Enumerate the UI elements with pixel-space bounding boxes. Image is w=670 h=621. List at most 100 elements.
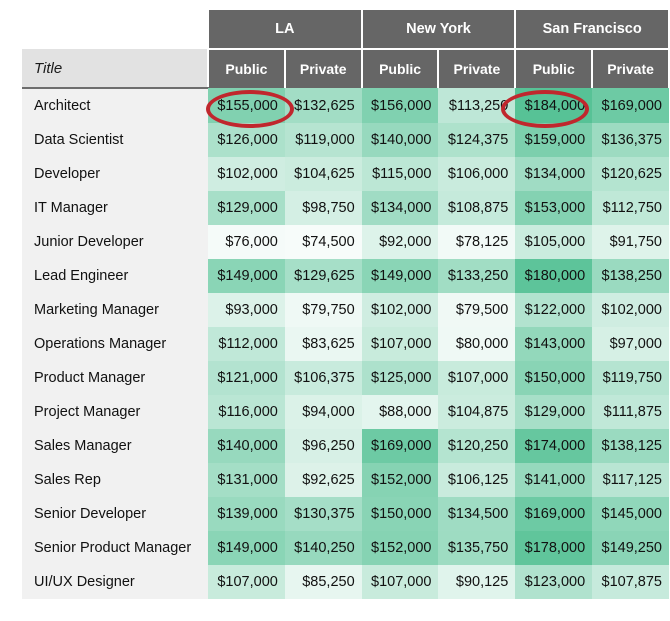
salary-cell[interactable]: $169,000 — [515, 497, 592, 531]
row-title[interactable]: Sales Rep — [22, 463, 208, 497]
salary-cell[interactable]: $180,000 — [515, 259, 592, 293]
salary-cell[interactable]: $130,375 — [285, 497, 362, 531]
row-title[interactable]: Junior Developer — [22, 225, 208, 259]
salary-cell[interactable]: $111,875 — [592, 395, 669, 429]
salary-cell[interactable]: $152,000 — [362, 463, 439, 497]
table-row[interactable]: Marketing Manager$93,000$79,750$102,000$… — [22, 293, 669, 327]
salary-cell[interactable]: $125,000 — [362, 361, 439, 395]
salary-cell[interactable]: $107,000 — [362, 565, 439, 599]
salary-cell[interactable]: $135,750 — [438, 531, 515, 565]
table-row[interactable]: UI/UX Designer$107,000$85,250$107,000$90… — [22, 565, 669, 599]
salary-cell[interactable]: $136,375 — [592, 123, 669, 157]
salary-cell[interactable]: $152,000 — [362, 531, 439, 565]
salary-cell[interactable]: $169,000 — [362, 429, 439, 463]
salary-cell[interactable]: $139,000 — [208, 497, 285, 531]
salary-cell[interactable]: $149,000 — [208, 531, 285, 565]
header-san-francisco-private[interactable]: Private — [592, 49, 669, 88]
salary-cell[interactable]: $96,250 — [285, 429, 362, 463]
city-header-la[interactable]: LA — [208, 10, 362, 49]
salary-cell[interactable]: $129,625 — [285, 259, 362, 293]
salary-cell[interactable]: $134,500 — [438, 497, 515, 531]
salary-cell[interactable]: $106,000 — [438, 157, 515, 191]
salary-cell[interactable]: $150,000 — [362, 497, 439, 531]
table-row[interactable]: Operations Manager$112,000$83,625$107,00… — [22, 327, 669, 361]
table-row[interactable]: Junior Developer$76,000$74,500$92,000$78… — [22, 225, 669, 259]
salary-cell[interactable]: $94,000 — [285, 395, 362, 429]
row-title[interactable]: Architect — [22, 88, 208, 123]
salary-cell[interactable]: $145,000 — [592, 497, 669, 531]
salary-cell[interactable]: $102,000 — [362, 293, 439, 327]
city-header-san-francisco[interactable]: San Francisco — [515, 10, 669, 49]
table-row[interactable]: Senior Developer$139,000$130,375$150,000… — [22, 497, 669, 531]
salary-cell[interactable]: $129,000 — [208, 191, 285, 225]
table-row[interactable]: Product Manager$121,000$106,375$125,000$… — [22, 361, 669, 395]
salary-cell[interactable]: $133,250 — [438, 259, 515, 293]
row-title[interactable]: Operations Manager — [22, 327, 208, 361]
salary-cell[interactable]: $159,000 — [515, 123, 592, 157]
salary-cell[interactable]: $106,125 — [438, 463, 515, 497]
table-row[interactable]: Lead Engineer$149,000$129,625$149,000$13… — [22, 259, 669, 293]
salary-cell[interactable]: $121,000 — [208, 361, 285, 395]
salary-cell[interactable]: $117,125 — [592, 463, 669, 497]
salary-cell[interactable]: $107,000 — [438, 361, 515, 395]
header-la-private[interactable]: Private — [285, 49, 362, 88]
salary-cell[interactable]: $112,000 — [208, 327, 285, 361]
salary-cell[interactable]: $105,000 — [515, 225, 592, 259]
header-new-york-private[interactable]: Private — [438, 49, 515, 88]
city-header-new-york[interactable]: New York — [362, 10, 516, 49]
salary-cell[interactable]: $149,000 — [362, 259, 439, 293]
salary-cell[interactable]: $74,500 — [285, 225, 362, 259]
salary-cell[interactable]: $92,625 — [285, 463, 362, 497]
salary-cell[interactable]: $143,000 — [515, 327, 592, 361]
salary-cell[interactable]: $79,500 — [438, 293, 515, 327]
salary-cell[interactable]: $184,000 — [515, 88, 592, 123]
row-title[interactable]: Data Scientist — [22, 123, 208, 157]
salary-cell[interactable]: $98,750 — [285, 191, 362, 225]
row-title[interactable]: UI/UX Designer — [22, 565, 208, 599]
salary-cell[interactable]: $88,000 — [362, 395, 439, 429]
row-title[interactable]: Project Manager — [22, 395, 208, 429]
row-title[interactable]: IT Manager — [22, 191, 208, 225]
salary-cell[interactable]: $132,625 — [285, 88, 362, 123]
salary-cell[interactable]: $178,000 — [515, 531, 592, 565]
header-title-label[interactable]: Title — [22, 49, 208, 88]
salary-cell[interactable]: $78,125 — [438, 225, 515, 259]
salary-cell[interactable]: $108,875 — [438, 191, 515, 225]
salary-cell[interactable]: $107,000 — [362, 327, 439, 361]
salary-cell[interactable]: $85,250 — [285, 565, 362, 599]
salary-cell[interactable]: $155,000 — [208, 88, 285, 123]
row-title[interactable]: Developer — [22, 157, 208, 191]
table-row[interactable]: Senior Product Manager$149,000$140,250$1… — [22, 531, 669, 565]
salary-cell[interactable]: $138,125 — [592, 429, 669, 463]
salary-cell[interactable]: $140,000 — [362, 123, 439, 157]
salary-cell[interactable]: $102,000 — [592, 293, 669, 327]
salary-cell[interactable]: $119,750 — [592, 361, 669, 395]
salary-cell[interactable]: $134,000 — [362, 191, 439, 225]
header-san-francisco-public[interactable]: Public — [515, 49, 592, 88]
row-title[interactable]: Senior Developer — [22, 497, 208, 531]
salary-cell[interactable]: $90,125 — [438, 565, 515, 599]
salary-cell[interactable]: $149,000 — [208, 259, 285, 293]
header-new-york-public[interactable]: Public — [362, 49, 439, 88]
salary-cell[interactable]: $119,000 — [285, 123, 362, 157]
salary-cell[interactable]: $116,000 — [208, 395, 285, 429]
table-row[interactable]: Sales Manager$140,000$96,250$169,000$120… — [22, 429, 669, 463]
salary-cell[interactable]: $149,250 — [592, 531, 669, 565]
salary-cell[interactable]: $107,875 — [592, 565, 669, 599]
salary-cell[interactable]: $113,250 — [438, 88, 515, 123]
salary-cell[interactable]: $156,000 — [362, 88, 439, 123]
salary-cell[interactable]: $129,000 — [515, 395, 592, 429]
salary-cell[interactable]: $122,000 — [515, 293, 592, 327]
salary-cell[interactable]: $115,000 — [362, 157, 439, 191]
row-title[interactable]: Lead Engineer — [22, 259, 208, 293]
salary-cell[interactable]: $141,000 — [515, 463, 592, 497]
salary-cell[interactable]: $106,375 — [285, 361, 362, 395]
salary-cell[interactable]: $123,000 — [515, 565, 592, 599]
salary-cell[interactable]: $97,000 — [592, 327, 669, 361]
salary-cell[interactable]: $126,000 — [208, 123, 285, 157]
header-la-public[interactable]: Public — [208, 49, 285, 88]
row-title[interactable]: Senior Product Manager — [22, 531, 208, 565]
table-row[interactable]: Sales Rep$131,000$92,625$152,000$106,125… — [22, 463, 669, 497]
salary-cell[interactable]: $120,250 — [438, 429, 515, 463]
salary-cell[interactable]: $140,250 — [285, 531, 362, 565]
